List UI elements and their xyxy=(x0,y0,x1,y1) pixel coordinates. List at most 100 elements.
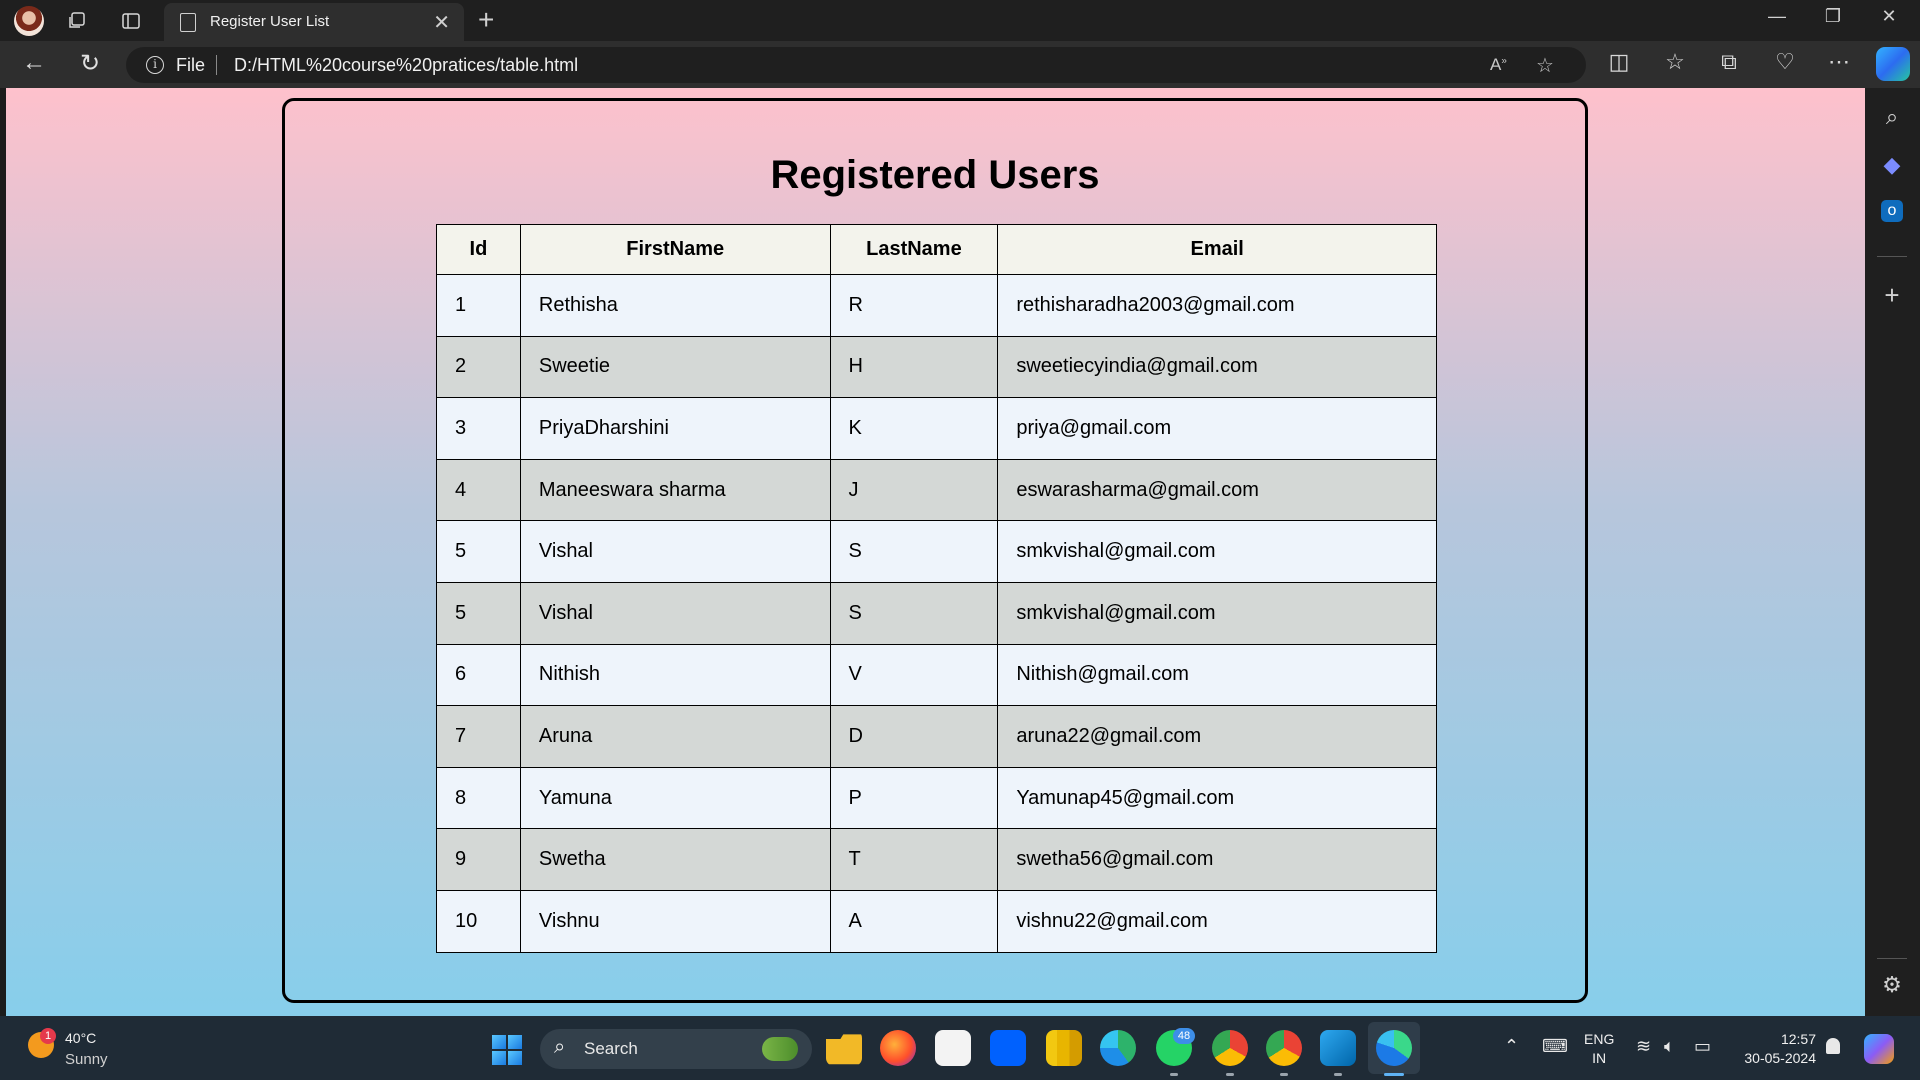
chrome-icon[interactable] xyxy=(1212,1030,1248,1066)
sidebar-divider-bottom xyxy=(1877,958,1907,959)
address-url[interactable]: D:/HTML%20course%20pratices/table.html xyxy=(234,55,578,76)
weather-temperature[interactable]: 40°C xyxy=(65,1030,96,1046)
cell-lastname: S xyxy=(829,581,999,645)
search-icon: ⌕ xyxy=(554,1036,566,1058)
header-email: Email xyxy=(997,224,1437,275)
table-row: 5 Vishal Ssmkvishal@gmail.com xyxy=(436,520,1437,583)
browser-essentials-icon[interactable]: ♡ xyxy=(1770,49,1800,75)
notification-bell-icon[interactable] xyxy=(1826,1038,1840,1054)
cell-email: smkvishal@gmail.com xyxy=(997,520,1437,583)
sidebar-copilot-icon[interactable]: ◆ xyxy=(1877,150,1907,180)
users-table: Id FirstName LastName Email 1 Rethisha Rre… xyxy=(436,224,1437,953)
cell-id: 8 xyxy=(436,766,521,830)
favorites-icon[interactable]: ☆ xyxy=(1660,49,1690,75)
taskbar-search-box[interactable]: ⌕ Search xyxy=(540,1029,812,1069)
workspaces-icon[interactable] xyxy=(64,8,90,34)
table-row: 7 Aruna Daruna22@gmail.com xyxy=(436,705,1437,768)
cell-firstname: Vishal xyxy=(519,520,831,583)
restore-icon[interactable]: ❐ xyxy=(1818,6,1848,27)
back-arrow-icon[interactable]: ← xyxy=(18,49,50,77)
minimize-icon[interactable]: — xyxy=(1762,6,1792,27)
page-title: Registered Users xyxy=(770,153,1100,197)
cell-lastname: D xyxy=(829,705,999,768)
browser-toolbar: ← ↻ i File D:/HTML%20course%20pratices/t… xyxy=(0,41,1920,88)
profile-avatar[interactable] xyxy=(14,6,44,36)
cell-firstname: Swetha xyxy=(519,828,831,891)
header-lastname: LastName xyxy=(829,224,999,275)
battery-icon[interactable]: ▭ xyxy=(1694,1036,1711,1057)
tab-register-user-list[interactable]: Register User List ✕ xyxy=(164,3,464,41)
cell-lastname: J xyxy=(829,458,999,522)
page-viewport: Registered Users Id FirstName LastName E… xyxy=(6,88,1865,1016)
table-row: 3 PriyaDharshini Kpriya@gmail.com xyxy=(436,397,1437,460)
new-tab-button[interactable]: + xyxy=(478,4,494,36)
language-code: ENG xyxy=(1584,1031,1615,1047)
clock-date: 30-05-2024 xyxy=(1744,1050,1816,1066)
cell-email: sweetiecyindia@gmail.com xyxy=(997,335,1437,399)
chrome-running-indicator xyxy=(1226,1073,1234,1076)
cell-id: 5 xyxy=(436,581,521,645)
tray-chevron-up-icon[interactable]: ⌃ xyxy=(1504,1036,1519,1057)
edge-dev-icon[interactable] xyxy=(1100,1030,1136,1066)
cell-id: 9 xyxy=(436,828,521,891)
keyboard-icon[interactable]: ⌨ xyxy=(1542,1036,1568,1057)
sidebar-divider xyxy=(1877,256,1907,257)
address-scheme: File xyxy=(176,55,206,75)
cell-firstname: Aruna xyxy=(519,705,831,768)
wifi-icon[interactable]: ≋ xyxy=(1636,1036,1651,1057)
table-header-row: Id FirstName LastName Email xyxy=(436,224,1437,275)
tab-actions-icon[interactable] xyxy=(118,8,144,34)
firefox-icon[interactable] xyxy=(880,1030,916,1066)
edge-icon[interactable] xyxy=(1376,1030,1412,1066)
chrome-profile-icon[interactable] xyxy=(1266,1030,1302,1066)
cell-firstname: Maneeswara sharma xyxy=(519,458,831,522)
volume-icon[interactable]: 🔈︎ xyxy=(1664,1036,1675,1057)
cell-id: 2 xyxy=(436,335,521,399)
cell-id: 5 xyxy=(436,520,521,583)
cell-id: 6 xyxy=(436,643,521,707)
read-aloud-icon[interactable]: A» xyxy=(1490,55,1507,75)
dropbox-icon[interactable] xyxy=(990,1030,1026,1066)
address-bar[interactable]: i File D:/HTML%20course%20pratices/table… xyxy=(126,47,1586,83)
collections-icon[interactable]: ⧉ xyxy=(1714,49,1744,75)
power-bi-icon[interactable] xyxy=(1046,1030,1082,1066)
edge-sidebar: ⌕ ◆ o + ⚙ xyxy=(1865,88,1920,1016)
copilot-icon[interactable] xyxy=(1876,47,1910,81)
weather-description[interactable]: Sunny xyxy=(65,1051,108,1068)
search-highlight-icon xyxy=(762,1037,798,1061)
more-options-icon[interactable]: ⋯ xyxy=(1824,49,1854,75)
cell-email: eswarasharma@gmail.com xyxy=(997,458,1437,522)
whatsapp-running-indicator xyxy=(1170,1073,1178,1076)
browser-titlebar: Register User List ✕ + — ❐ ✕ xyxy=(0,0,1920,41)
sidebar-settings-gear-icon[interactable]: ⚙ xyxy=(1877,970,1907,1000)
tab-close-icon[interactable]: ✕ xyxy=(433,10,450,35)
favorite-star-icon[interactable]: ☆ xyxy=(1536,53,1554,78)
table-row: 2 Sweetie Hsweetiecyindia@gmail.com xyxy=(436,335,1437,399)
start-button[interactable] xyxy=(492,1035,522,1065)
table-row: 4 Maneeswara sharma Jeswarasharma@gmail.co… xyxy=(436,458,1437,522)
sidebar-search-icon[interactable]: ⌕ xyxy=(1877,102,1907,132)
cell-lastname: H xyxy=(829,335,999,399)
cell-firstname: PriyaDharshini xyxy=(519,397,831,460)
file-explorer-icon[interactable] xyxy=(826,1034,862,1065)
info-icon[interactable]: i xyxy=(146,56,164,74)
microsoft-store-icon[interactable] xyxy=(935,1030,971,1066)
cell-id: 1 xyxy=(436,274,521,337)
refresh-icon[interactable]: ↻ xyxy=(74,49,106,78)
cell-id: 7 xyxy=(436,705,521,768)
cell-firstname: Vishal xyxy=(519,581,831,645)
system-clock[interactable]: 12:57 30-05-2024 xyxy=(1744,1030,1816,1068)
sidebar-add-icon[interactable]: + xyxy=(1877,280,1907,310)
copilot-tray-icon[interactable] xyxy=(1864,1034,1894,1064)
vscode-icon[interactable] xyxy=(1320,1030,1356,1066)
outlook-icon[interactable]: o xyxy=(1881,200,1903,222)
split-screen-icon[interactable]: ◫ xyxy=(1604,49,1634,75)
table-row: 5 Vishal Ssmkvishal@gmail.com xyxy=(436,581,1437,645)
input-language[interactable]: ENG IN xyxy=(1584,1030,1614,1068)
windows-taskbar: 1 40°C Sunny ⌕ Search 48 ⌃ ⌨ ENG IN ≋ 🔈︎… xyxy=(0,1016,1920,1080)
cell-email: aruna22@gmail.com xyxy=(997,705,1437,768)
users-card: Registered Users Id FirstName LastName E… xyxy=(282,98,1588,1003)
cell-firstname: Sweetie xyxy=(519,335,831,399)
window-close-icon[interactable]: ✕ xyxy=(1874,6,1904,27)
vscode-running-indicator xyxy=(1334,1073,1342,1076)
